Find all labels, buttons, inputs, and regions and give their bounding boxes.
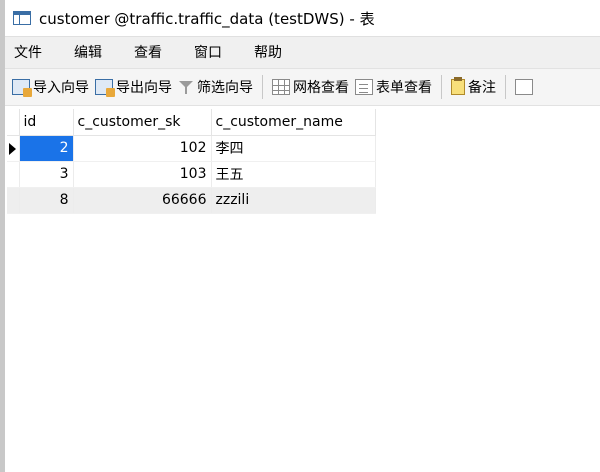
cell-c-customer-sk[interactable]: 103 bbox=[73, 161, 212, 188]
grid-view-button[interactable]: 网格查看 bbox=[269, 72, 352, 102]
toolbar: 导入向导 导出向导 筛选向导 网格查看 表单查看 备注 bbox=[5, 68, 600, 106]
toolbar-separator bbox=[262, 75, 263, 99]
grid-icon bbox=[515, 79, 533, 95]
cell-id[interactable]: 3 bbox=[19, 161, 74, 188]
note-button[interactable]: 备注 bbox=[448, 72, 499, 102]
menu-bar: 文件 编辑 查看 窗口 帮助 bbox=[5, 36, 600, 69]
menu-file[interactable]: 文件 bbox=[9, 37, 47, 69]
menu-edit[interactable]: 编辑 bbox=[69, 37, 107, 69]
table-row[interactable]: 2 102 李四 bbox=[7, 135, 376, 162]
data-grid: id c_customer_sk c_customer_name 2 102 李… bbox=[7, 109, 376, 214]
cell-c-customer-name[interactable]: 李四 bbox=[211, 135, 376, 162]
title-bar: customer @traffic.traffic_data (testDWS)… bbox=[5, 0, 600, 36]
filter-wizard-button[interactable]: 筛选向导 bbox=[175, 72, 256, 102]
row-marker[interactable] bbox=[7, 161, 20, 188]
form-view-label: 表单查看 bbox=[376, 80, 432, 96]
form-view-icon bbox=[355, 79, 373, 95]
window-title: customer @traffic.traffic_data (testDWS)… bbox=[39, 9, 375, 28]
cell-c-customer-sk[interactable]: 66666 bbox=[73, 187, 212, 214]
column-header-c-customer-name[interactable]: c_customer_name bbox=[211, 109, 376, 136]
note-label: 备注 bbox=[468, 80, 496, 96]
filter-wizard-label: 筛选向导 bbox=[197, 80, 253, 96]
cell-id[interactable]: 2 bbox=[19, 135, 74, 162]
column-header-c-customer-sk[interactable]: c_customer_sk bbox=[73, 109, 212, 136]
cell-c-customer-name[interactable]: zzzili bbox=[211, 187, 376, 214]
import-wizard-button[interactable]: 导入向导 bbox=[9, 72, 92, 102]
cell-id[interactable]: 8 bbox=[19, 187, 74, 214]
filter-icon bbox=[178, 79, 194, 95]
grid-view-icon bbox=[272, 79, 290, 95]
grid-view-label: 网格查看 bbox=[293, 80, 349, 96]
more-toolbar-button[interactable] bbox=[512, 72, 536, 102]
table-row[interactable]: 3 103 王五 bbox=[7, 161, 376, 188]
export-wizard-icon bbox=[95, 79, 115, 97]
menu-help[interactable]: 帮助 bbox=[249, 37, 287, 69]
export-wizard-label: 导出向导 bbox=[116, 80, 172, 96]
form-view-button[interactable]: 表单查看 bbox=[352, 72, 435, 102]
column-header-id[interactable]: id bbox=[19, 109, 74, 136]
current-row-arrow-icon bbox=[9, 142, 16, 155]
row-marker[interactable] bbox=[7, 187, 20, 214]
import-wizard-icon bbox=[12, 79, 32, 97]
menu-view[interactable]: 查看 bbox=[129, 37, 167, 69]
row-marker-header bbox=[7, 109, 20, 136]
import-wizard-label: 导入向导 bbox=[33, 80, 89, 96]
table-row[interactable]: 8 66666 zzzili bbox=[7, 187, 376, 214]
cell-c-customer-name[interactable]: 王五 bbox=[211, 161, 376, 188]
row-marker[interactable] bbox=[7, 135, 20, 162]
toolbar-separator bbox=[441, 75, 442, 99]
note-icon bbox=[451, 77, 465, 95]
table-icon bbox=[13, 11, 31, 25]
toolbar-separator bbox=[505, 75, 506, 99]
cell-c-customer-sk[interactable]: 102 bbox=[73, 135, 212, 162]
grid-header-row: id c_customer_sk c_customer_name bbox=[7, 109, 376, 136]
export-wizard-button[interactable]: 导出向导 bbox=[92, 72, 175, 102]
menu-window[interactable]: 窗口 bbox=[189, 37, 227, 69]
